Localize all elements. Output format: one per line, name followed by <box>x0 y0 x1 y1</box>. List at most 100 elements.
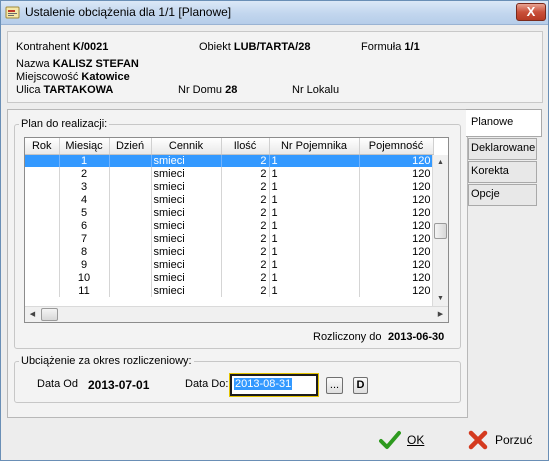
cell-pojemnosc[interactable]: 120 <box>359 206 434 219</box>
cell-rok[interactable] <box>25 245 60 258</box>
cell-pojemnosc[interactable]: 120 <box>359 258 434 271</box>
cell-rok[interactable] <box>25 193 60 206</box>
cell-dzien[interactable] <box>109 193 152 206</box>
scroll-left-icon[interactable]: ◀ <box>25 307 40 322</box>
cell-nr-pojemnika[interactable]: 1 <box>269 219 360 232</box>
cell-ilosc[interactable]: 2 <box>221 180 270 193</box>
table-row[interactable]: 8 smieci 2 1 120 <box>25 245 434 258</box>
cell-miesiac[interactable]: 9 <box>59 258 110 271</box>
table-row[interactable]: 7 smieci 2 1 120 <box>25 232 434 245</box>
vertical-scroll-thumb[interactable] <box>434 223 447 239</box>
cell-dzien[interactable] <box>109 232 152 245</box>
table-row[interactable]: 10 smieci 2 1 120 <box>25 271 434 284</box>
table-row[interactable]: 4 smieci 2 1 120 <box>25 193 434 206</box>
cell-cennik[interactable]: smieci <box>151 284 222 297</box>
col-header-miesiac[interactable]: Miesiąc <box>59 138 110 155</box>
cell-cennik[interactable]: smieci <box>151 232 222 245</box>
cell-miesiac[interactable]: 1 <box>59 154 110 167</box>
cell-nr-pojemnika[interactable]: 1 <box>269 206 360 219</box>
cell-miesiac[interactable]: 7 <box>59 232 110 245</box>
cell-pojemnosc[interactable]: 120 <box>359 180 434 193</box>
cell-pojemnosc[interactable]: 120 <box>359 232 434 245</box>
cell-nr-pojemnika[interactable]: 1 <box>269 258 360 271</box>
cell-nr-pojemnika[interactable]: 1 <box>269 167 360 180</box>
cell-ilosc[interactable]: 2 <box>221 154 270 167</box>
cell-dzien[interactable] <box>109 206 152 219</box>
col-header-pojemnosc[interactable]: Pojemność <box>359 138 434 155</box>
cell-dzien[interactable] <box>109 258 152 271</box>
cell-rok[interactable] <box>25 206 60 219</box>
cell-nr-pojemnika[interactable]: 1 <box>269 284 360 297</box>
date-picker-button[interactable]: ... <box>326 377 343 394</box>
cell-rok[interactable] <box>25 284 60 297</box>
cell-nr-pojemnika[interactable]: 1 <box>269 193 360 206</box>
cell-ilosc[interactable]: 2 <box>221 206 270 219</box>
cell-ilosc[interactable]: 2 <box>221 245 270 258</box>
cell-rok[interactable] <box>25 167 60 180</box>
cell-ilosc[interactable]: 2 <box>221 219 270 232</box>
cell-dzien[interactable] <box>109 219 152 232</box>
cell-dzien[interactable] <box>109 154 152 167</box>
cell-nr-pojemnika[interactable]: 1 <box>269 245 360 258</box>
cell-nr-pojemnika[interactable]: 1 <box>269 180 360 193</box>
cell-cennik[interactable]: smieci <box>151 219 222 232</box>
cell-nr-pojemnika[interactable]: 1 <box>269 154 360 167</box>
cell-rok[interactable] <box>25 219 60 232</box>
table-row[interactable]: 2 smieci 2 1 120 <box>25 167 434 180</box>
cell-cennik[interactable]: smieci <box>151 206 222 219</box>
tab-korekta[interactable]: Korekta <box>468 161 537 183</box>
cell-dzien[interactable] <box>109 245 152 258</box>
cell-ilosc[interactable]: 2 <box>221 284 270 297</box>
tab-planowe[interactable]: Planowe <box>466 109 542 137</box>
cell-miesiac[interactable]: 4 <box>59 193 110 206</box>
cell-rok[interactable] <box>25 258 60 271</box>
cell-dzien[interactable] <box>109 284 152 297</box>
cell-miesiac[interactable]: 10 <box>59 271 110 284</box>
cell-cennik[interactable]: smieci <box>151 245 222 258</box>
cell-rok[interactable] <box>25 154 60 167</box>
table-row[interactable]: 3 smieci 2 1 120 <box>25 180 434 193</box>
col-header-dzien[interactable]: Dzień <box>109 138 152 155</box>
cell-miesiac[interactable]: 5 <box>59 206 110 219</box>
cell-cennik[interactable]: smieci <box>151 154 222 167</box>
cell-cennik[interactable]: smieci <box>151 193 222 206</box>
data-do-input[interactable]: 2013-08-31 <box>229 373 319 397</box>
cell-dzien[interactable] <box>109 271 152 284</box>
cell-pojemnosc[interactable]: 120 <box>359 271 434 284</box>
scroll-down-icon[interactable]: ▼ <box>433 291 448 306</box>
cell-nr-pojemnika[interactable]: 1 <box>269 232 360 245</box>
horizontal-scrollbar[interactable]: ◀ ▶ <box>25 306 448 322</box>
col-header-rok[interactable]: Rok <box>25 138 60 155</box>
close-button[interactable]: X <box>516 3 546 21</box>
col-header-cennik[interactable]: Cennik <box>151 138 222 155</box>
table-row[interactable]: 1 smieci 2 1 120 <box>25 154 434 167</box>
cell-dzien[interactable] <box>109 180 152 193</box>
cell-pojemnosc[interactable]: 120 <box>359 245 434 258</box>
scroll-up-icon[interactable]: ▲ <box>433 155 448 170</box>
cell-ilosc[interactable]: 2 <box>221 271 270 284</box>
horizontal-scroll-thumb[interactable] <box>41 308 58 321</box>
cell-nr-pojemnika[interactable]: 1 <box>269 271 360 284</box>
cell-ilosc[interactable]: 2 <box>221 258 270 271</box>
table-row[interactable]: 6 smieci 2 1 120 <box>25 219 434 232</box>
table-row[interactable]: 11 smieci 2 1 120 <box>25 284 434 297</box>
cell-ilosc[interactable]: 2 <box>221 232 270 245</box>
tab-opcje[interactable]: Opcje <box>468 184 537 206</box>
cell-ilosc[interactable]: 2 <box>221 193 270 206</box>
cell-pojemnosc[interactable]: 120 <box>359 167 434 180</box>
plan-grid[interactable]: Rok Miesiąc Dzień Cennik Ilość Nr Pojemn… <box>24 137 449 323</box>
col-header-ilosc[interactable]: Ilość <box>221 138 270 155</box>
cell-cennik[interactable]: smieci <box>151 180 222 193</box>
cell-rok[interactable] <box>25 271 60 284</box>
cell-rok[interactable] <box>25 232 60 245</box>
cell-cennik[interactable]: smieci <box>151 167 222 180</box>
cell-cennik[interactable]: smieci <box>151 258 222 271</box>
cell-pojemnosc[interactable]: 120 <box>359 219 434 232</box>
cell-miesiac[interactable]: 2 <box>59 167 110 180</box>
table-row[interactable]: 9 smieci 2 1 120 <box>25 258 434 271</box>
tab-deklarowane[interactable]: Deklarowane <box>468 138 537 160</box>
cell-pojemnosc[interactable]: 120 <box>359 284 434 297</box>
d-button[interactable]: D <box>353 377 368 394</box>
cell-dzien[interactable] <box>109 167 152 180</box>
cell-cennik[interactable]: smieci <box>151 271 222 284</box>
